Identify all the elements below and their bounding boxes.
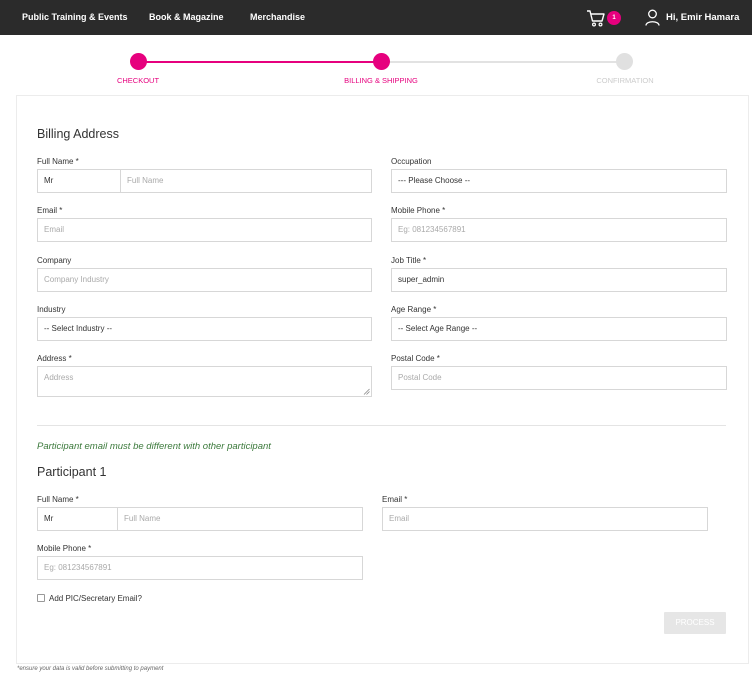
step-dot-billing-shipping <box>373 53 390 70</box>
resize-grip-icon[interactable] <box>363 388 370 395</box>
billing-occupation-select[interactable]: --- Please Choose -- <box>391 169 727 193</box>
stepper-progress-line-pending <box>381 61 625 63</box>
billing-email-label: Email * <box>37 206 63 215</box>
billing-company-label: Company <box>37 256 72 265</box>
participant-title: Participant 1 <box>37 465 107 479</box>
billing-job-title-label: Job Title * <box>391 256 427 265</box>
participant-full-name-label: Full Name * <box>37 495 79 504</box>
participant-name-title-select[interactable]: Mr <box>37 507 118 531</box>
billing-mobile-input[interactable]: Eg: 081234567891 <box>391 218 727 242</box>
billing-age-range-select[interactable]: -- Select Age Range -- <box>391 317 727 341</box>
participant-email-label: Email * <box>382 495 408 504</box>
billing-job-title-input[interactable]: super_admin <box>391 268 727 292</box>
step-label-confirmation: CONFIRMATION <box>596 76 654 85</box>
section-divider <box>37 425 726 426</box>
step-dot-checkout <box>130 53 147 70</box>
nav-link-public-training[interactable]: Public Training & Events <box>22 12 128 22</box>
participant-full-name-input[interactable]: Full Name <box>117 507 363 531</box>
step-label-checkout: CHECKOUT <box>116 76 160 85</box>
process-button[interactable]: PROCESS <box>664 612 726 634</box>
cart-icon[interactable] <box>586 9 606 27</box>
step-label-billing-shipping: BILLING & SHIPPING <box>344 76 418 85</box>
billing-company-input[interactable]: Company Industry <box>37 268 372 292</box>
participant-mobile-input[interactable]: Eg: 081234567891 <box>37 556 363 580</box>
billing-full-name-input[interactable]: Full Name <box>120 169 372 193</box>
billing-name-title-select[interactable]: Mr <box>37 169 121 193</box>
top-navbar: Public Training & Events Book & Magazine… <box>0 0 752 35</box>
billing-address-label: Address * <box>37 354 72 363</box>
cart-count-badge[interactable]: 1 <box>607 11 621 25</box>
billing-full-name-label: Full Name * <box>37 157 79 166</box>
billing-email-input[interactable]: Email <box>37 218 372 242</box>
pic-secretary-checkbox[interactable] <box>37 594 45 602</box>
nav-link-book-magazine[interactable]: Book & Magazine <box>149 12 224 22</box>
billing-age-range-label: Age Range * <box>391 305 437 314</box>
billing-address-placeholder: Address <box>44 373 74 382</box>
participant-email-note: Participant email must be different with… <box>37 441 271 452</box>
billing-address-textarea[interactable]: Address <box>37 366 372 397</box>
billing-postal-input[interactable]: Postal Code <box>391 366 727 390</box>
billing-occupation-label: Occupation <box>391 157 432 166</box>
nav-link-merchandise[interactable]: Merchandise <box>250 12 305 22</box>
participant-mobile-label: Mobile Phone * <box>37 544 92 553</box>
billing-industry-label: Industry <box>37 305 66 314</box>
step-dot-confirmation <box>616 53 633 70</box>
billing-address-title: Billing Address <box>37 127 119 141</box>
user-greeting[interactable]: Hi, Emir Hamara <box>666 12 739 23</box>
payment-validation-note: *ensure your data is valid before submit… <box>17 666 164 672</box>
billing-mobile-label: Mobile Phone * <box>391 206 446 215</box>
billing-industry-select[interactable]: -- Select Industry -- <box>37 317 372 341</box>
billing-postal-label: Postal Code * <box>391 354 440 363</box>
user-icon[interactable] <box>645 9 660 26</box>
pic-secretary-checkbox-label[interactable]: Add PIC/Secretary Email? <box>49 594 142 603</box>
participant-email-input[interactable]: Email <box>382 507 708 531</box>
stepper-progress-line-done <box>138 61 381 63</box>
